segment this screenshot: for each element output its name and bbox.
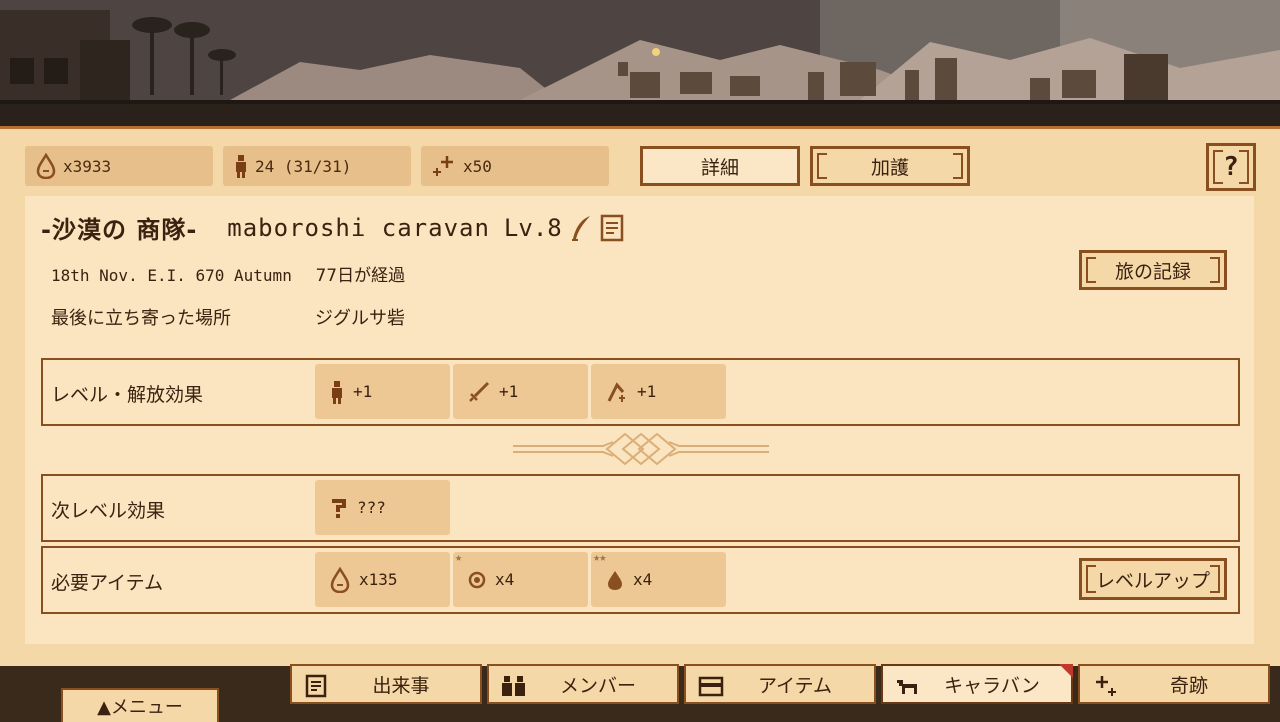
skill-icon — [607, 381, 625, 402]
question-icon — [332, 498, 346, 518]
effect-chip-skill: +1 — [591, 364, 726, 419]
required-items-label: 必要アイテム — [51, 572, 164, 594]
ornament-divider — [513, 432, 769, 466]
rarity-stars: ★★ — [593, 550, 606, 564]
tab-label: 奇跡 — [1169, 674, 1208, 697]
member-icon — [332, 380, 342, 404]
members-count: 24 (31/31) — [255, 156, 352, 176]
members-resource: 24 (31/31) — [223, 146, 411, 186]
help-button[interactable]: ? — [1206, 143, 1256, 191]
sand-count: x3933 — [63, 156, 112, 176]
last-place-label: 最後に立ち寄った場所 — [51, 308, 231, 329]
required-chip-orb: ★ x4 — [453, 550, 588, 607]
quill-icon[interactable] — [568, 213, 594, 243]
orb-icon — [468, 571, 486, 588]
member-icon — [236, 155, 246, 178]
required-value: x4 — [633, 570, 653, 589]
notes-icon[interactable] — [600, 214, 624, 242]
details-button[interactable]: 詳細 — [640, 146, 800, 186]
effect-chip-member: +1 — [315, 364, 450, 419]
required-items-row: 必要アイテム x135 ★ x4 ★★ x4 レベルアップ — [41, 546, 1240, 614]
level-up-button[interactable]: レベルアップ — [1079, 558, 1227, 600]
next-level-row: 次レベル効果 ??? — [41, 474, 1240, 542]
sparkle-icon — [433, 156, 453, 176]
caravan-name-jp: -沙漠の 商隊- — [41, 216, 198, 244]
sparkle-count: x50 — [463, 156, 492, 176]
level-effects-label: レベル・解放効果 — [51, 384, 204, 406]
next-effect-value: ??? — [357, 498, 386, 517]
caravan-info: -沙漠の 商隊- maboroshi caravan Lv.8 18th Nov… — [25, 196, 1254, 644]
last-place-value: ジグルサ砦 — [315, 308, 405, 329]
tab-label: アイテム — [757, 674, 833, 697]
sparkle-resource: x50 — [421, 146, 609, 186]
desert-scenery — [0, 0, 1280, 128]
effect-value: +1 — [499, 382, 519, 401]
sand-icon — [36, 153, 56, 179]
tab-label: メンバー — [559, 674, 636, 697]
required-value: x135 — [359, 570, 398, 589]
effect-value: +1 — [353, 382, 373, 401]
elapsed-days: 77日が経過 — [315, 266, 406, 286]
tab-label: キャラバン — [944, 674, 1040, 697]
drop-icon — [608, 570, 622, 590]
tab-events[interactable]: 出来事 — [290, 664, 482, 704]
tab-items[interactable]: アイテム — [684, 664, 876, 704]
next-level-label: 次レベル効果 — [51, 500, 166, 522]
game-date: 18th Nov. E.I. 670 Autumn — [51, 266, 292, 285]
sand-resource: x3933 — [25, 146, 213, 186]
level-effects-row: レベル・解放効果 +1 +1 +1 — [41, 358, 1240, 426]
required-chip-drop: ★★ x4 — [591, 550, 726, 607]
tab-members[interactable]: メンバー — [487, 664, 679, 704]
caravan-panel: x3933 24 (31/31) x50 詳細 加護 ? -沙漠の 商隊- ma… — [0, 126, 1280, 666]
travel-log-button[interactable]: 旅の記録 — [1079, 250, 1227, 290]
notification-badge — [1059, 664, 1073, 678]
menu-button[interactable]: ▲メニュー — [61, 688, 219, 722]
sword-icon — [469, 381, 490, 402]
caravan-title: -沙漠の 商隊- maboroshi caravan Lv.8 — [41, 210, 624, 245]
next-effect-chip: ??? — [315, 480, 450, 535]
tab-label: 出来事 — [372, 674, 430, 697]
rarity-stars: ★ — [455, 550, 462, 564]
blessing-button[interactable]: 加護 — [810, 146, 970, 186]
caravan-level: Lv.8 — [503, 213, 562, 242]
effect-chip-sword: +1 — [453, 364, 588, 419]
required-chip-sand: x135 — [315, 552, 450, 607]
tab-miracles[interactable]: 奇跡 — [1078, 664, 1270, 704]
required-value: x4 — [495, 570, 515, 589]
tab-caravan[interactable]: キャラバン — [881, 664, 1073, 704]
caravan-name-en: maboroshi caravan — [227, 213, 490, 242]
effect-value: +1 — [637, 382, 657, 401]
sand-icon — [330, 566, 350, 593]
